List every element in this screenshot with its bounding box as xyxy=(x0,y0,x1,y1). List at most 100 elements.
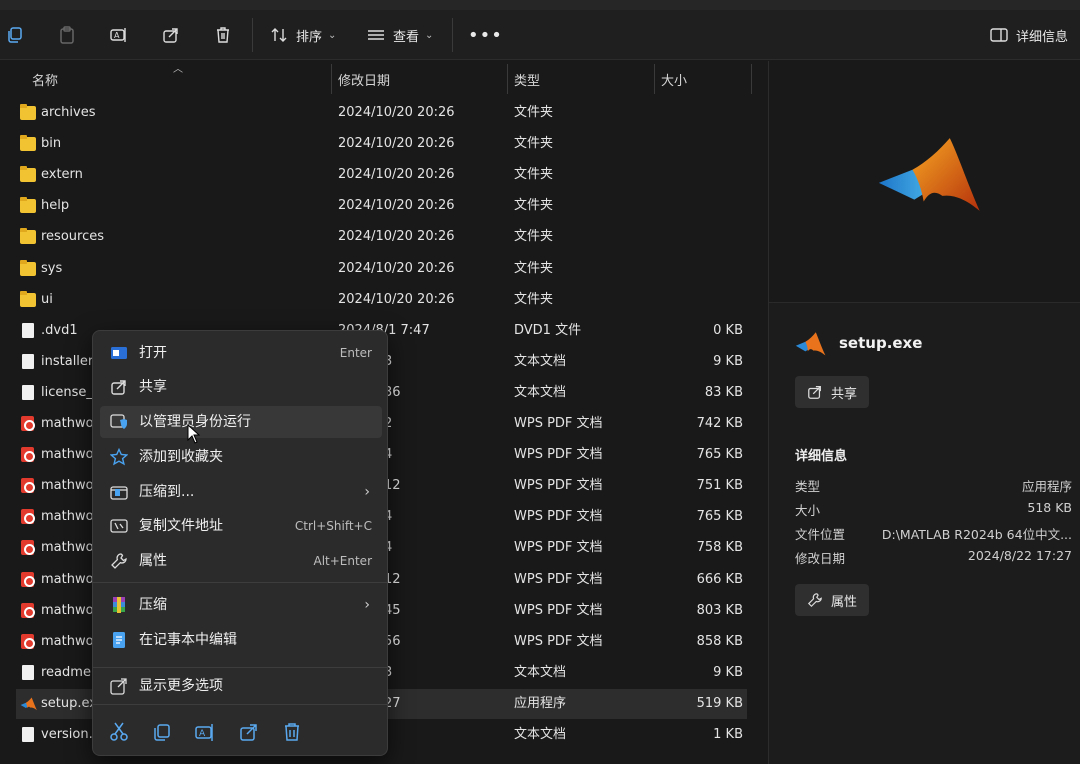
detail-label: 文件位置 xyxy=(795,527,846,542)
chevron-down-icon: ⌄ xyxy=(328,29,337,41)
file-row[interactable]: help 2024/10/20 20:26 文件夹 xyxy=(16,191,747,221)
file-row[interactable]: ui 2024/10/20 20:26 文件夹 xyxy=(16,285,747,315)
menu-item[interactable]: 在记事本中编辑 xyxy=(100,624,382,656)
more-button[interactable]: ••• xyxy=(468,22,503,48)
file-row[interactable]: archives 2024/10/20 20:26 文件夹 xyxy=(16,98,747,128)
share-icon xyxy=(808,386,821,399)
rename-button[interactable]: A xyxy=(110,22,128,48)
file-size: 9 KB xyxy=(713,664,743,680)
column-header-date[interactable]: 修改日期 xyxy=(338,64,390,94)
column-header-name[interactable]: 名称 xyxy=(32,64,58,94)
file-size: 83 KB xyxy=(704,384,743,400)
wrench-icon xyxy=(111,553,127,569)
copy-button[interactable] xyxy=(6,22,24,48)
file-icon xyxy=(22,353,34,369)
matlab-file-icon xyxy=(795,332,826,356)
column-divider[interactable] xyxy=(654,64,655,94)
sort-button[interactable]: 排序 ⌄ xyxy=(270,22,336,48)
wrench-icon xyxy=(807,593,822,608)
menu-item[interactable]: 显示更多选项 xyxy=(100,670,382,702)
menu-divider xyxy=(93,704,387,705)
details-section-title: 详细信息 xyxy=(795,449,848,464)
pdf-icon xyxy=(21,571,35,587)
detail-value: 应用程序 xyxy=(1021,479,1072,494)
menu-item[interactable]: 复制文件地址 Ctrl+Shift+C xyxy=(100,510,382,542)
column-divider[interactable] xyxy=(331,64,332,94)
view-button[interactable]: 查看 ⌄ xyxy=(367,22,433,48)
delete-button[interactable] xyxy=(214,22,232,48)
rename-button[interactable]: A xyxy=(194,721,216,743)
matlab-logo-icon xyxy=(878,138,980,211)
column-divider[interactable] xyxy=(751,64,752,94)
file-size xyxy=(626,98,743,128)
menu-item[interactable]: 压缩 › xyxy=(100,589,382,621)
menu-item-label: 压缩到... xyxy=(139,484,195,500)
menu-item-label: 添加到收藏夹 xyxy=(139,449,223,465)
view-icon xyxy=(368,30,384,40)
file-icon xyxy=(22,384,34,400)
details-properties-label: 属性 xyxy=(831,594,858,610)
file-row[interactable]: bin 2024/10/20 20:26 文件夹 xyxy=(16,129,747,159)
cut-button[interactable] xyxy=(108,721,130,743)
file-size: 751 KB xyxy=(696,478,743,494)
detail-value: D:\MATLAB R2024b 64位中文... xyxy=(881,527,1072,542)
details-share-button[interactable]: 共享 xyxy=(795,376,870,408)
svg-text:A: A xyxy=(114,31,120,40)
sort-icon xyxy=(271,28,287,42)
menu-item[interactable]: 打开 Enter xyxy=(100,337,382,369)
pdf-icon xyxy=(21,447,35,463)
file-size: 803 KB xyxy=(696,602,743,618)
details-file-name: setup.exe xyxy=(839,334,923,352)
column-header-type[interactable]: 类型 xyxy=(514,64,540,94)
file-size: 758 KB xyxy=(696,540,743,556)
copy-button[interactable] xyxy=(151,721,173,743)
file-date: 2024/10/20 20:26 xyxy=(338,167,455,183)
detail-label: 大小 xyxy=(795,503,821,518)
file-size xyxy=(626,129,743,159)
file-date: 2024/10/20 20:26 xyxy=(338,229,455,245)
menu-item[interactable]: 属性 Alt+Enter xyxy=(100,545,382,577)
menu-divider xyxy=(93,582,387,583)
details-properties-button[interactable]: 属性 xyxy=(795,584,870,616)
menu-item[interactable]: 以管理员身份运行 xyxy=(100,406,382,438)
file-name: bin xyxy=(41,136,62,152)
rename-icon: A xyxy=(110,28,126,42)
menu-item[interactable]: 共享 xyxy=(100,371,382,403)
menu-item-label: 压缩 xyxy=(139,597,167,613)
share-button[interactable] xyxy=(162,22,180,48)
file-row[interactable]: extern 2024/10/20 20:26 文件夹 xyxy=(16,160,747,190)
copy-icon xyxy=(154,724,170,741)
menu-item[interactable]: 压缩到... › xyxy=(100,476,382,508)
pdf-icon xyxy=(21,602,35,618)
menu-item-label: 显示更多选项 xyxy=(139,678,223,694)
file-row[interactable]: sys 2024/10/20 20:26 文件夹 xyxy=(16,254,747,284)
file-size xyxy=(626,254,743,284)
share-button[interactable] xyxy=(238,721,260,743)
notepad-icon xyxy=(113,632,125,648)
folder-icon xyxy=(20,197,36,214)
folder-icon xyxy=(20,104,36,120)
menu-item-label: 打开 xyxy=(139,345,167,361)
shield-icon xyxy=(110,414,127,429)
file-row[interactable]: resources 2024/10/20 20:26 文件夹 xyxy=(16,222,747,252)
folder-icon xyxy=(20,228,36,245)
menu-item[interactable]: 添加到收藏夹 xyxy=(100,441,382,473)
details-pane-button[interactable]: 详细信息 xyxy=(990,22,1068,48)
file-size: 858 KB xyxy=(696,633,743,649)
detail-label: 修改日期 xyxy=(795,551,846,566)
file-size: 666 KB xyxy=(696,571,743,587)
chevron-right-icon: › xyxy=(364,597,370,613)
paste-button[interactable] xyxy=(58,22,76,48)
column-header-size[interactable]: 大小 xyxy=(661,64,687,94)
copy-icon xyxy=(8,27,22,43)
copy-path-icon xyxy=(110,519,128,533)
file-icon xyxy=(22,664,34,680)
menu-item-shortcut: Ctrl+Shift+C xyxy=(294,519,372,533)
pdf-icon xyxy=(21,416,35,431)
delete-button[interactable] xyxy=(281,721,303,743)
trash-icon xyxy=(217,27,229,43)
details-label: 详细信息 xyxy=(1016,29,1069,45)
column-divider[interactable] xyxy=(507,64,508,94)
pdf-icon xyxy=(21,478,35,494)
sort-ascending-icon: ︿ xyxy=(173,64,183,75)
